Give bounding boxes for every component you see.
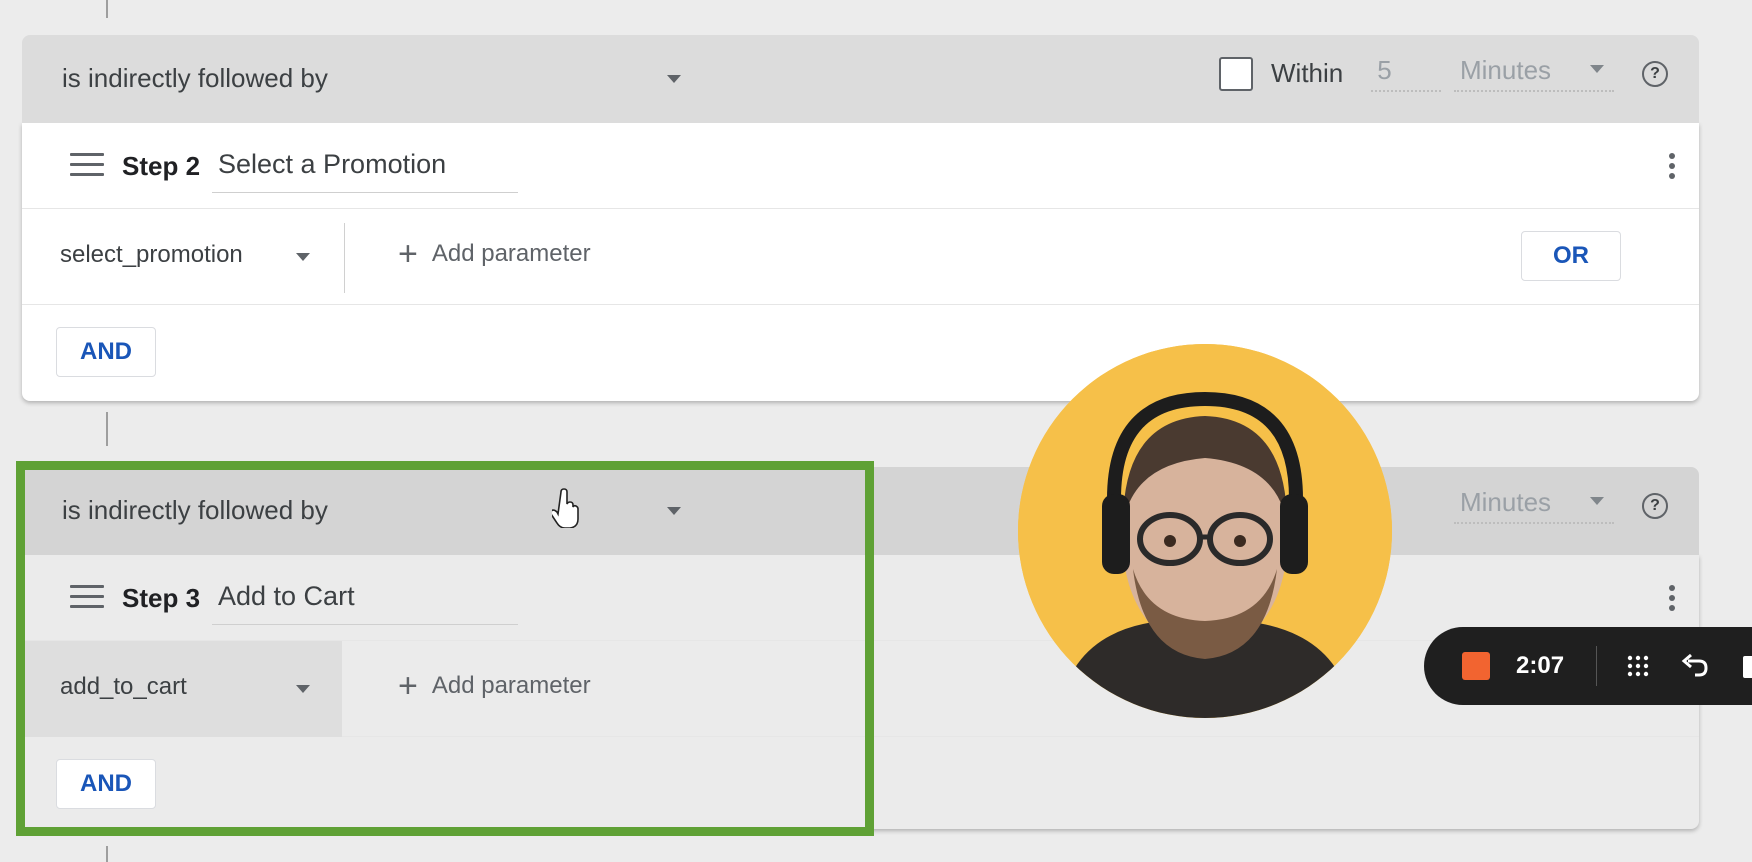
within-control: Within 5: [1219, 55, 1442, 92]
step-number: Step 2: [122, 151, 201, 181]
event-dropdown[interactable]: select_promotion: [22, 209, 342, 305]
chevron-down-icon: [296, 685, 310, 693]
and-button[interactable]: AND: [56, 759, 156, 809]
divider: [344, 223, 345, 293]
time-unit-control: Minutes ?: [1454, 487, 1668, 524]
step-2-block: is indirectly followed by Within 5 Minut…: [22, 35, 1699, 401]
or-button[interactable]: OR: [1521, 231, 1621, 281]
step-header: Step 2 Select a Promotion: [22, 123, 1699, 209]
chevron-down-icon[interactable]: [667, 75, 681, 83]
and-row: AND: [22, 737, 1699, 829]
stop-recording-button[interactable]: [1462, 652, 1490, 680]
grid-dots-icon[interactable]: [1623, 651, 1653, 681]
within-label: Within: [1271, 58, 1344, 88]
add-parameter-label: Add parameter: [431, 240, 591, 267]
condition-bar: is indirectly followed by Within 5 Minut…: [22, 35, 1699, 123]
step-name-input[interactable]: Add to Cart: [212, 581, 518, 625]
help-icon[interactable]: ?: [1642, 60, 1668, 87]
trash-icon[interactable]: [1735, 651, 1752, 681]
event-dropdown[interactable]: add_to_cart: [22, 641, 342, 737]
divider: [1596, 646, 1598, 686]
hand-cursor-icon: [552, 488, 579, 528]
webcam-overlay: [1018, 344, 1392, 718]
add-parameter-label: Add parameter: [431, 672, 591, 699]
recording-timer: 2:07: [1516, 652, 1565, 679]
within-checkbox[interactable]: [1219, 56, 1253, 91]
and-button[interactable]: AND: [56, 327, 156, 377]
condition-bar: is indirectly followed by Minutes ?: [22, 467, 1699, 555]
flow-connector: [106, 412, 108, 446]
flow-connector: [106, 0, 108, 18]
time-unit-dropdown[interactable]: Minutes: [1454, 487, 1614, 524]
event-name: select_promotion: [60, 241, 243, 268]
time-unit-control: Minutes ?: [1454, 55, 1668, 92]
chevron-down-icon: [296, 253, 310, 261]
add-parameter-button[interactable]: + Add parameter: [398, 667, 591, 705]
sort-icon[interactable]: [70, 585, 104, 609]
event-row: select_promotion + Add parameter OR: [22, 209, 1699, 305]
step-number: Step 3: [122, 583, 201, 613]
condition-dropdown[interactable]: is indirectly followed by: [62, 63, 328, 94]
undo-icon[interactable]: [1679, 651, 1709, 681]
recording-toolbar: 2:07: [1424, 627, 1752, 705]
sort-icon[interactable]: [70, 153, 104, 177]
step-header: Step 3 Add to Cart: [22, 555, 1699, 641]
plus-icon: +: [398, 235, 418, 273]
help-icon[interactable]: ?: [1642, 492, 1668, 519]
step-card: Step 2 Select a Promotion select_promoti…: [22, 123, 1699, 401]
add-parameter-button[interactable]: + Add parameter: [398, 235, 591, 273]
step-name-input[interactable]: Select a Promotion: [212, 149, 518, 193]
chevron-down-icon[interactable]: [667, 507, 681, 515]
condition-dropdown[interactable]: is indirectly followed by: [62, 495, 328, 526]
plus-icon: +: [398, 667, 418, 705]
time-unit-dropdown[interactable]: Minutes: [1454, 55, 1614, 92]
presenter-avatar: [1018, 344, 1392, 718]
time-unit-value: Minutes: [1460, 55, 1552, 85]
chevron-down-icon: [1590, 65, 1604, 73]
and-row: AND: [22, 305, 1699, 401]
time-unit-value: Minutes: [1460, 487, 1552, 517]
more-options-icon[interactable]: [1669, 153, 1675, 183]
flow-connector: [106, 846, 108, 862]
event-name: add_to_cart: [60, 673, 187, 700]
within-value-input[interactable]: 5: [1371, 55, 1442, 92]
more-options-icon[interactable]: [1669, 585, 1675, 615]
chevron-down-icon: [1590, 497, 1604, 505]
